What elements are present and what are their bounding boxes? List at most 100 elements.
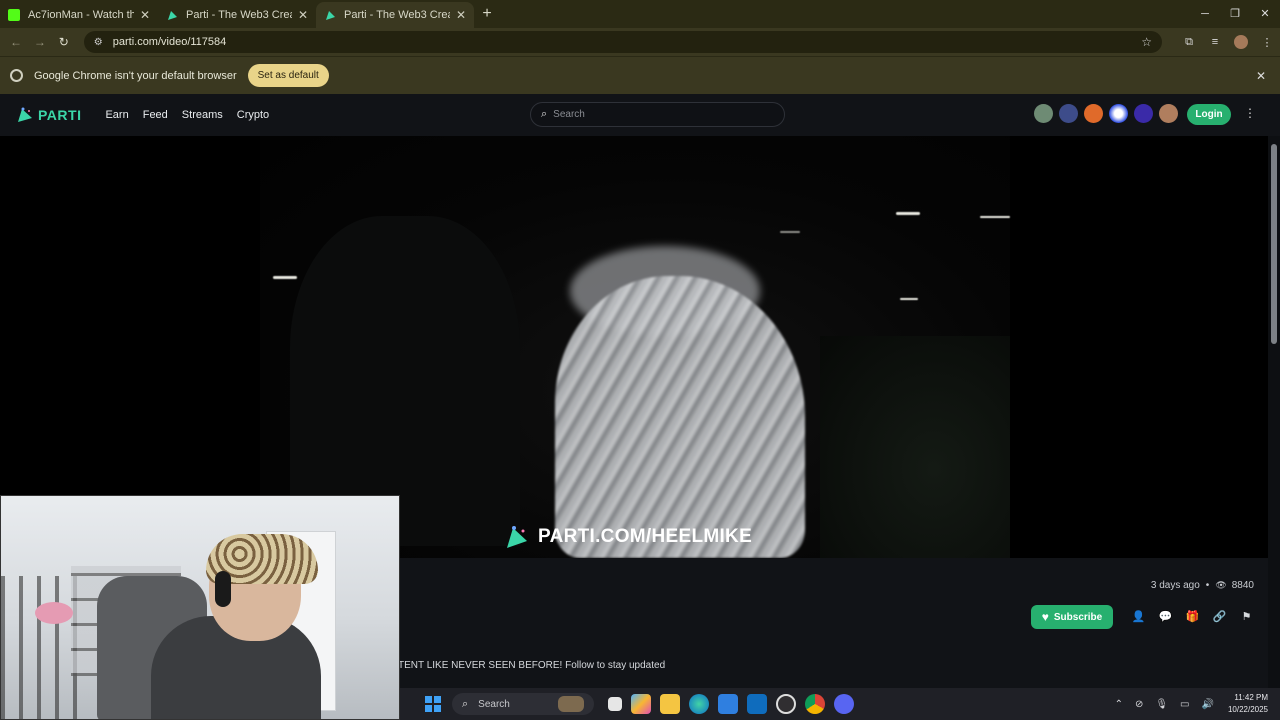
volume-icon[interactable]: 🔊: [1202, 699, 1214, 710]
views-eye-icon: 👁: [1215, 580, 1227, 590]
video-actions: 👤 💬 🎁 🔗 ⚑: [1125, 608, 1260, 626]
close-infobar-icon[interactable]: ✕: [1256, 69, 1266, 83]
video-info: 3 days ago • 👁 8840 ♥ Subscribe 👤 💬 🎁 🔗 …: [398, 558, 1268, 694]
avatar[interactable]: [1034, 104, 1053, 123]
store-icon[interactable]: [717, 694, 738, 714]
chrome-menu-icon[interactable]: ⋮: [1254, 36, 1280, 49]
search-icon: ⌕: [541, 108, 548, 120]
close-tab-icon[interactable]: ✕: [298, 8, 308, 22]
copilot-icon[interactable]: [630, 694, 651, 714]
new-tab-button[interactable]: +: [474, 2, 500, 28]
infobar-message: Google Chrome isn't your default browser: [34, 69, 237, 82]
obs-icon[interactable]: [775, 694, 796, 714]
link-icon[interactable]: 🔗: [1211, 608, 1229, 626]
chrome-icon: [10, 69, 23, 82]
url-text: parti.com/video/117584: [112, 36, 227, 48]
default-browser-infobar: Google Chrome isn't your default browser…: [0, 56, 1280, 94]
reload-icon[interactable]: ↻: [52, 35, 76, 49]
site-nav: Earn Feed Streams Crypto: [105, 109, 283, 121]
pink-plates: [35, 602, 73, 624]
tab-title: Parti - The Web3 Creator Econ: [344, 9, 450, 21]
video-grass: [820, 336, 1010, 558]
toolbar-actions: ⧉ ≡ ⋮: [1176, 35, 1280, 49]
chrome-taskbar-icon[interactable]: [804, 694, 825, 714]
outlook-icon[interactable]: [746, 694, 767, 714]
site-info-icon[interactable]: ⚙: [94, 37, 103, 48]
light-streak: [980, 216, 1010, 218]
light-streak: [896, 212, 920, 215]
nav-earn[interactable]: Earn: [105, 109, 128, 121]
view-count: 8840: [1231, 580, 1254, 591]
close-window-icon[interactable]: ✕: [1250, 0, 1280, 28]
featured-avatars: [1034, 104, 1184, 123]
microphone-icon[interactable]: 🎙: [1155, 699, 1168, 710]
browser-tab-3[interactable]: Parti - The Web3 Creator Econ ✕: [316, 2, 474, 28]
report-flag-icon[interactable]: ⚑: [1238, 608, 1256, 626]
windows-taskbar: ⌕ Search ⌃ ⊘ 🎙 ▭ 🔊 11:42 PM 10/22/2025: [400, 688, 1280, 720]
chevron-up-icon[interactable]: ⌃: [1115, 699, 1123, 710]
media-controls-icon[interactable]: ≡: [1202, 36, 1228, 48]
nav-crypto[interactable]: Crypto: [237, 109, 269, 121]
site-header: PARTI Earn Feed Streams Crypto ⌕ Login ⋮: [0, 94, 1280, 136]
light-streak: [900, 298, 918, 300]
restore-icon[interactable]: ❐: [1220, 0, 1250, 28]
browser-tab-2[interactable]: Parti - The Web3 Creator Econ ✕: [158, 2, 316, 28]
parti-logo-icon: [507, 526, 527, 548]
follow-icon[interactable]: 👤: [1130, 608, 1148, 626]
tab-title: Parti - The Web3 Creator Econ: [186, 9, 292, 21]
more-menu-icon[interactable]: ⋮: [1244, 106, 1256, 120]
avatar[interactable]: [1134, 104, 1153, 123]
address-bar[interactable]: ⚙ parti.com/video/117584 ☆: [83, 31, 1163, 53]
edge-icon[interactable]: [688, 694, 709, 714]
task-view-icon[interactable]: [607, 697, 622, 711]
profile-avatar[interactable]: [1234, 35, 1249, 49]
window-controls: ─ ❐ ✕: [1190, 0, 1280, 28]
set-as-default-button[interactable]: Set as default: [247, 64, 329, 87]
light-streak: [780, 231, 800, 233]
gift-icon[interactable]: 🎁: [1184, 608, 1202, 626]
taskbar-clock[interactable]: 11:42 PM 10/22/2025: [1228, 692, 1268, 716]
clock-time: 11:42 PM: [1234, 693, 1268, 702]
browser-tab-1[interactable]: Ac7ionMan - Watch the VOD o ✕: [0, 2, 158, 28]
light-streak: [273, 276, 297, 279]
comment-icon[interactable]: 💬: [1157, 608, 1175, 626]
heart-icon: ♥: [1041, 610, 1049, 624]
avatar[interactable]: [1059, 104, 1078, 123]
nav-feed[interactable]: Feed: [143, 109, 168, 121]
discord-icon[interactable]: [833, 694, 854, 714]
page-scrollbar[interactable]: [1268, 136, 1280, 694]
cast-icon[interactable]: ⧉: [1176, 36, 1202, 49]
taskbar-search[interactable]: ⌕ Search: [452, 693, 594, 715]
back-icon[interactable]: ←: [4, 35, 28, 49]
watermark-text: PARTI.COM/HEELMIKE: [538, 526, 753, 547]
kick-favicon-icon: [8, 9, 20, 21]
windows-start-icon[interactable]: [425, 696, 441, 712]
search-highlight-icon: [558, 696, 584, 712]
search-icon: ⌕: [462, 697, 469, 710]
subscribe-label: Subscribe: [1053, 611, 1103, 623]
parti-logo[interactable]: PARTI: [16, 106, 81, 124]
browser-toolbar: ← → ↻ ⚙ parti.com/video/117584 ☆ ⧉ ≡ ⋮: [0, 28, 1280, 56]
avatar[interactable]: [1159, 104, 1178, 123]
close-tab-icon[interactable]: ✕: [140, 8, 150, 22]
webcam-overlay: [0, 495, 400, 720]
headset: [215, 571, 231, 607]
network-icon[interactable]: ⊘: [1135, 699, 1143, 710]
nav-streams[interactable]: Streams: [182, 109, 223, 121]
video-fur-coat: [555, 276, 805, 558]
minimize-icon[interactable]: ─: [1190, 0, 1220, 28]
search-input[interactable]: [553, 109, 754, 120]
posted-time: 3 days ago: [1150, 580, 1200, 591]
scrollbar-thumb[interactable]: [1271, 144, 1277, 344]
system-tray: ⌃ ⊘ 🎙 ▭ 🔊 11:42 PM 10/22/2025: [1109, 692, 1268, 716]
avatar[interactable]: [1109, 104, 1128, 123]
file-explorer-icon[interactable]: [659, 694, 680, 714]
display-icon[interactable]: ▭: [1180, 699, 1189, 710]
close-tab-icon[interactable]: ✕: [456, 8, 466, 22]
bookmark-star-icon[interactable]: ☆: [1141, 35, 1152, 49]
separator: •: [1205, 580, 1210, 591]
subscribe-button[interactable]: ♥ Subscribe: [1031, 605, 1113, 629]
avatar[interactable]: [1084, 104, 1103, 123]
forward-icon[interactable]: →: [28, 35, 52, 49]
login-button[interactable]: Login: [1187, 104, 1231, 125]
